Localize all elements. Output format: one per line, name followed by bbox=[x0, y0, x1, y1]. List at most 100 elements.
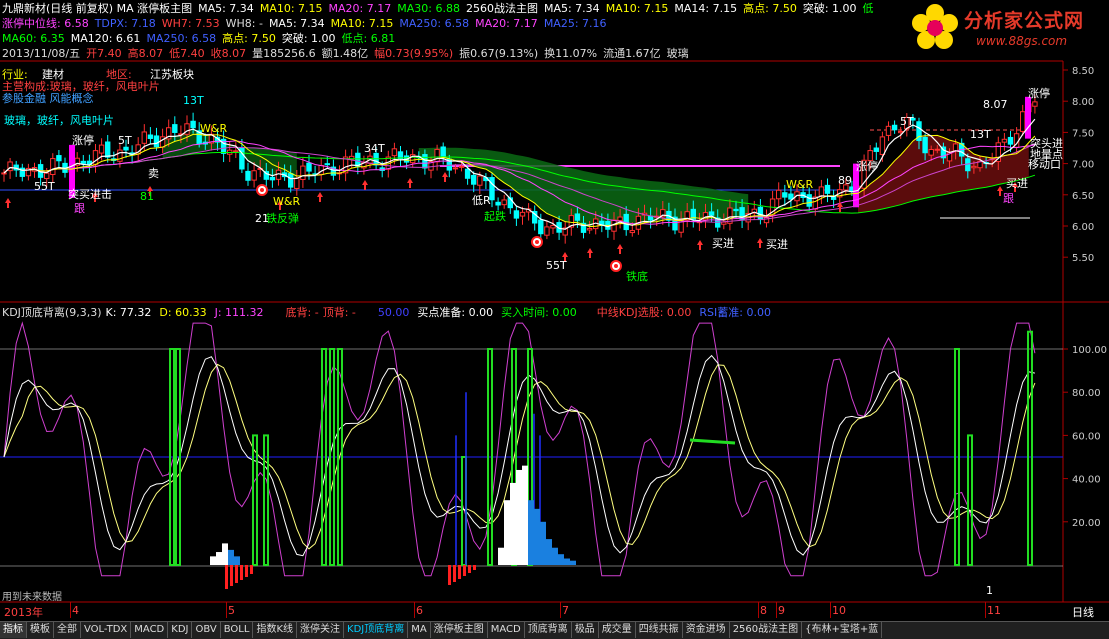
histogram-bar bbox=[528, 500, 534, 565]
tab-12[interactable]: 涨停板主图 bbox=[431, 622, 488, 638]
tab-10[interactable]: KDJ顶底背离 bbox=[344, 622, 409, 638]
tab-17[interactable]: 四线共振 bbox=[636, 622, 683, 638]
time-axis-label: 2013年 bbox=[4, 606, 43, 619]
chart-annotation: 买进 bbox=[1006, 177, 1028, 190]
indicator-tick-label: 60.00 bbox=[1072, 431, 1101, 442]
header-item: 买点准备: 0.00 bbox=[417, 306, 494, 319]
header-item: KDJ顶底背离(9,3,3) bbox=[2, 306, 102, 319]
tab-9[interactable]: 涨停关注 bbox=[297, 622, 345, 638]
tab-1[interactable]: 模板 bbox=[27, 622, 54, 638]
tab-15[interactable]: 极品 bbox=[572, 622, 599, 638]
chart-annotation: 81 bbox=[140, 190, 154, 203]
indicator-tick-label: 100.00 bbox=[1072, 345, 1107, 356]
candle-body bbox=[294, 177, 300, 189]
price-tick-label: 7.00 bbox=[1072, 160, 1094, 171]
chart-annotation: 13T bbox=[970, 128, 991, 141]
tab-20[interactable]: {布林+宝塔+蓝 bbox=[802, 622, 883, 638]
histogram-bar bbox=[222, 543, 228, 565]
chart-annotation: 5T bbox=[118, 134, 132, 147]
formula-tab-bar: 指标 模板 全部 VOL-TDX MACD KDJ OBV BOLL 指数K线 涨停关注 KDJ顶底… bbox=[0, 621, 1109, 639]
candle-body bbox=[477, 175, 483, 186]
header-item: RSI蓄准: 0.00 bbox=[699, 306, 771, 319]
candle-body bbox=[928, 149, 934, 156]
tab-6[interactable]: OBV bbox=[192, 622, 221, 638]
tab-7[interactable]: BOLL bbox=[221, 622, 254, 638]
candle-body bbox=[288, 173, 294, 188]
tab-14[interactable]: 顶底背离 bbox=[525, 622, 572, 638]
tab-11[interactable]: MA bbox=[408, 622, 431, 638]
histogram-bar bbox=[510, 482, 516, 565]
tab-2[interactable]: 全部 bbox=[54, 622, 81, 638]
signal-ball-core bbox=[260, 188, 264, 192]
negative-bar bbox=[240, 565, 243, 580]
up-arrow-icon bbox=[5, 198, 11, 208]
chart-annotation: 5T bbox=[900, 115, 914, 128]
histogram-bar bbox=[540, 521, 546, 565]
negative-bar bbox=[473, 565, 476, 570]
tab-19[interactable]: 2560战法主图 bbox=[730, 622, 803, 638]
histogram-bar bbox=[564, 558, 570, 565]
candle-body bbox=[519, 211, 526, 217]
time-axis-tick bbox=[758, 602, 759, 618]
tab-3[interactable]: VOL-TDX bbox=[81, 622, 132, 638]
candle-body bbox=[80, 160, 86, 164]
tab-0[interactable]: 指标 bbox=[0, 622, 27, 638]
price-tick-label: 6.50 bbox=[1072, 191, 1094, 202]
candle-body bbox=[873, 147, 879, 152]
period-selector[interactable]: 日线 bbox=[1072, 604, 1094, 620]
candle-body bbox=[782, 192, 788, 198]
tab-5[interactable]: KDJ bbox=[168, 622, 193, 638]
header-item: 中线KDJ选股: 0.00 bbox=[596, 306, 692, 319]
indicator-tick-label: 80.00 bbox=[1072, 388, 1101, 399]
tab-16[interactable]: 成交量 bbox=[599, 622, 636, 638]
negative-bar bbox=[463, 565, 466, 576]
up-arrow-icon bbox=[617, 244, 623, 254]
candle-body bbox=[1001, 138, 1008, 143]
price-tick-label: 5.50 bbox=[1072, 253, 1094, 264]
histogram-bar bbox=[570, 560, 576, 565]
chart-annotation: 涨停 bbox=[856, 160, 878, 173]
candle-body bbox=[611, 219, 617, 232]
negative-bar bbox=[468, 565, 471, 573]
tab-18[interactable]: 资金进场 bbox=[683, 622, 730, 638]
tab-13[interactable]: MACD bbox=[488, 622, 525, 638]
chart-annotation: W&R bbox=[200, 122, 228, 135]
time-axis-tick bbox=[70, 602, 71, 618]
up-arrow-icon bbox=[442, 172, 448, 182]
candle-body bbox=[452, 167, 459, 170]
candle-body bbox=[721, 221, 727, 225]
price-tick-label: 6.00 bbox=[1072, 222, 1094, 233]
candle-body bbox=[1, 172, 7, 175]
header-item: 50.00 bbox=[377, 306, 410, 319]
candle-body bbox=[898, 130, 904, 134]
time-axis-label: 6 bbox=[416, 604, 423, 617]
tab-8[interactable]: 指数K线 bbox=[253, 622, 298, 638]
candle-body bbox=[891, 124, 898, 131]
time-axis-tick bbox=[776, 602, 777, 618]
candle-body bbox=[44, 172, 50, 180]
candle-body bbox=[147, 134, 154, 139]
candle-body bbox=[952, 143, 959, 152]
bearish-ribbon bbox=[418, 147, 749, 227]
tab-4[interactable]: MACD bbox=[131, 622, 169, 638]
buy-signal-bar bbox=[252, 434, 258, 566]
candle-body bbox=[971, 165, 977, 169]
time-axis-label: 11 bbox=[987, 604, 1001, 617]
time-axis-label: 5 bbox=[228, 604, 235, 617]
time-axis-label: 9 bbox=[778, 604, 785, 617]
chart-annotation: 55T bbox=[546, 259, 567, 272]
price-tick-label: 8.00 bbox=[1072, 97, 1094, 108]
histogram-bar bbox=[234, 556, 240, 565]
time-axis-tick bbox=[985, 602, 986, 618]
candle-body bbox=[922, 136, 928, 154]
chart-annotation: W&R bbox=[786, 178, 814, 191]
chart-annotation: 起跌 bbox=[484, 210, 506, 223]
candle-body bbox=[647, 215, 654, 221]
negative-bar bbox=[245, 565, 248, 577]
indicator-header: KDJ顶底背离(9,3,3) K: 77.32 D: 60.33 J: 111.32 底… bbox=[2, 305, 771, 320]
candle-body bbox=[324, 163, 331, 166]
chart-annotation: 移动口 bbox=[1028, 158, 1061, 171]
candle-body bbox=[538, 219, 544, 235]
time-axis-label: 8 bbox=[760, 604, 767, 617]
business-tag: 玻璃，玻纤，风电叶片 bbox=[4, 114, 114, 127]
